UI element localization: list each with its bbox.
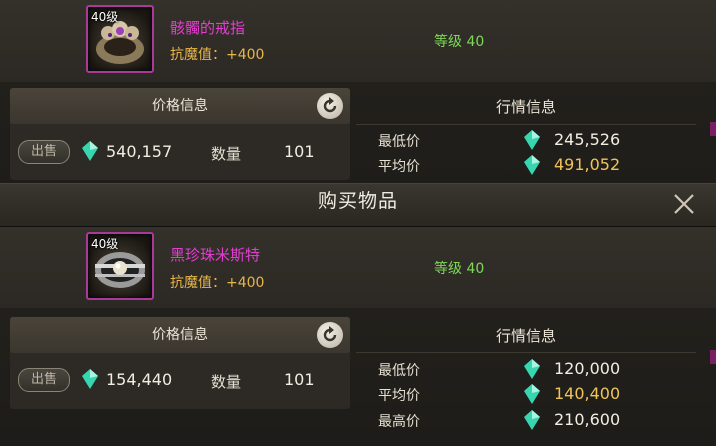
dialog-title: 购买物品 [317,190,398,212]
price-panel-title: 价格信息 [152,327,208,343]
crystal-currency-icon [524,359,540,379]
scroll-edge-marker [710,122,716,136]
price-panel-header: 价格信息 [10,88,350,124]
quantity-label: 数量 [211,145,242,163]
price-panel-title: 价格信息 [152,98,208,114]
item-required-level: 等级 40 [434,261,485,277]
lowest-price-label: 最低价 [378,134,420,150]
market-divider [356,352,696,353]
market-panel-title: 行情信息 [495,327,556,345]
average-price-value: 140,400 [554,384,621,403]
close-icon [674,194,694,214]
item-slot[interactable]: 40级 [86,5,154,73]
market-panel-title: 行情信息 [495,98,556,116]
close-button[interactable] [668,188,700,220]
refresh-icon [323,97,337,113]
refresh-icon [323,326,337,342]
crystal-currency-icon [524,155,540,175]
item-level-tag: 40级 [91,10,119,24]
item-level-tag: 40级 [91,237,119,251]
market-divider [356,124,696,125]
item-name: 黑珍珠米斯特 [170,246,261,264]
item-resist-stat: 抗魔值：+400 [170,47,265,63]
highest-price-value: 210,600 [554,410,621,429]
refresh-button[interactable] [317,93,343,119]
lowest-price-value: 120,000 [554,359,621,378]
item-name: 骸髑的戒指 [170,19,246,37]
item-required-level: 等级 40 [434,34,485,50]
price-amount: 540,157 [106,142,173,161]
quantity-value: 101 [284,142,315,161]
average-price-value: 491,052 [554,155,621,174]
sell-button[interactable]: 出售 [18,368,70,392]
lowest-price-value: 245,526 [554,130,621,149]
item-slot[interactable]: 40级 [86,232,154,300]
price-panel-header: 价格信息 [10,317,350,353]
item-resist-stat: 抗魔值：+400 [170,275,265,291]
crystal-currency-icon [82,141,98,161]
price-amount: 154,440 [106,370,173,389]
quantity-label: 数量 [211,373,242,391]
scroll-edge-marker [710,350,716,364]
lowest-price-label: 最低价 [378,363,420,379]
crystal-currency-icon [82,369,98,389]
average-price-label: 平均价 [378,388,420,404]
crystal-currency-icon [524,130,540,150]
sell-button[interactable]: 出售 [18,140,70,164]
quantity-value: 101 [284,370,315,389]
highest-price-label: 最高价 [378,414,420,430]
refresh-button[interactable] [317,322,343,348]
crystal-currency-icon [524,384,540,404]
crystal-currency-icon [524,410,540,430]
average-price-label: 平均价 [378,159,420,175]
